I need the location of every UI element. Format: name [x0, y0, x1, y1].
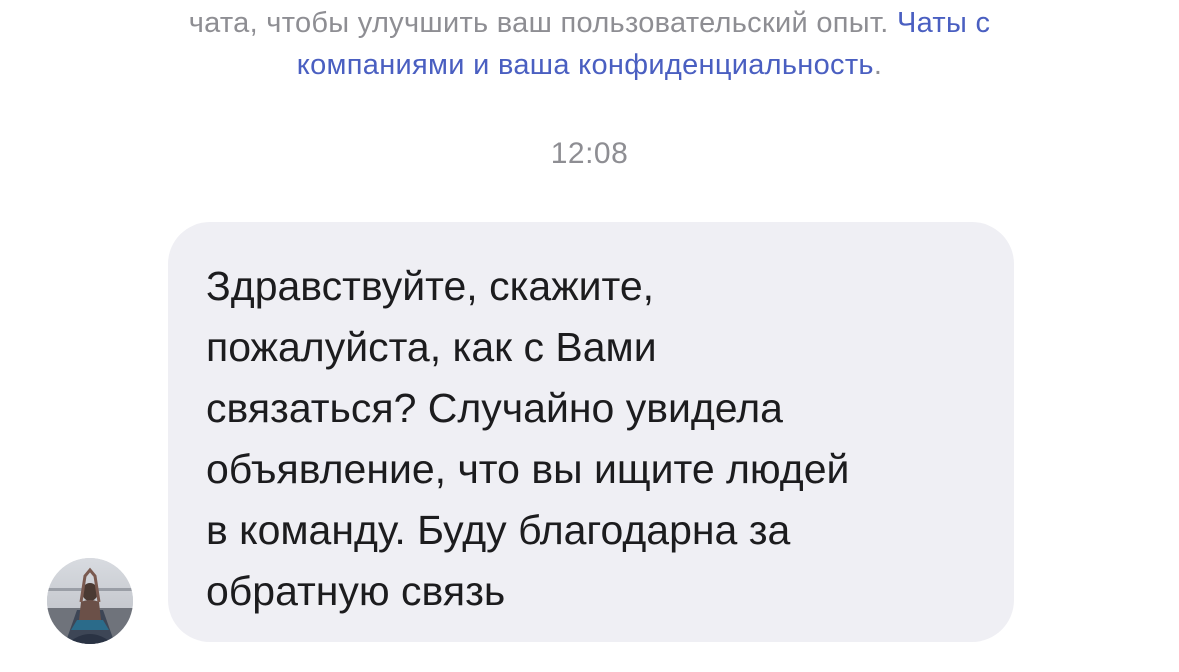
message-timestamp: 12:08 [550, 137, 629, 170]
privacy-link-part-2[interactable]: компаниями и ваша конфиденциальность [297, 49, 874, 81]
privacy-link-part-1[interactable]: Чаты с [897, 7, 990, 39]
sender-avatar[interactable] [47, 558, 133, 644]
privacy-notice: чата, чтобы улучшить ваш пользовательски… [60, 2, 1119, 86]
incoming-message-bubble[interactable]: Здравствуйте, скажите, пожалуйста, как с… [168, 222, 1014, 642]
avatar-photo-icon [47, 558, 133, 644]
privacy-notice-end: . [873, 49, 883, 81]
privacy-notice-text: чата, чтобы улучшить ваш пользовательски… [188, 7, 897, 39]
message-text: Здравствуйте, скажите, пожалуйста, как с… [206, 263, 850, 614]
chat-screen: чата, чтобы улучшить ваш пользовательски… [0, 0, 1179, 672]
